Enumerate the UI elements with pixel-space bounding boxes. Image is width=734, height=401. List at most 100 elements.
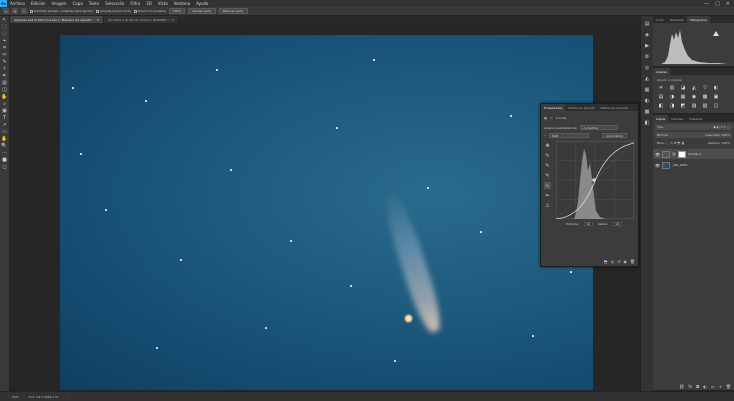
move-tool-icon[interactable]: ↖ xyxy=(1,17,9,23)
menu-capa[interactable]: Capa xyxy=(70,1,86,6)
comet-photo[interactable] xyxy=(60,35,593,390)
tab-estilos-parrafo[interactable]: Estilos de párrafo xyxy=(565,104,597,111)
add-mask-icon[interactable]: ◘ xyxy=(696,384,699,389)
hue-saturation-icon[interactable]: ◐ xyxy=(712,84,720,91)
blend-mode-select[interactable]: Normal xyxy=(657,133,668,137)
tab-color[interactable]: Color xyxy=(653,16,667,23)
tab-muestras[interactable]: Muestras xyxy=(667,16,687,23)
target-adjust-icon[interactable]: ☝ xyxy=(544,134,546,138)
menu-filtro[interactable]: Filtro xyxy=(127,1,143,6)
properties-icon[interactable]: ▦ xyxy=(643,86,652,93)
fill-value[interactable]: 100% xyxy=(721,141,730,145)
black-white-icon[interactable]: ◑ xyxy=(668,93,676,100)
auto-button[interactable]: Automático xyxy=(601,133,628,138)
menu-ventana[interactable]: Ventana xyxy=(171,1,193,6)
info-icon[interactable]: ◭ xyxy=(643,75,652,82)
new-group-icon[interactable]: ▭ xyxy=(711,384,715,389)
visibility-eye-icon[interactable]: 👁 xyxy=(655,152,660,157)
type-tool-icon[interactable]: T xyxy=(1,115,9,121)
eyedropper-tool-icon[interactable]: ✎ xyxy=(1,59,9,65)
eraser-tool-icon[interactable]: ✋ xyxy=(1,94,9,100)
channel-mixer-icon[interactable]: ◉ xyxy=(690,93,698,100)
scrubby-zoom-checkbox[interactable]: Zoom con arrastre xyxy=(133,9,166,13)
color-lookup-icon[interactable]: ▩ xyxy=(701,93,709,100)
fill-screen-button[interactable]: Rellenar pant. xyxy=(218,8,248,14)
adjust-icon[interactable]: ◐ xyxy=(643,97,652,104)
input-field[interactable]: 96 xyxy=(583,222,593,226)
frame-tool-icon[interactable]: ✂ xyxy=(1,52,9,58)
layer-curvas-1[interactable]: 👁 ⛓ Curvas 1 xyxy=(653,149,734,159)
mask-icon[interactable]: ▭ xyxy=(550,116,553,120)
actions-icon[interactable]: ▶ xyxy=(643,42,652,49)
opacity-value[interactable]: 100% xyxy=(721,133,730,137)
fit-screen-button[interactable]: Ajustar pant. xyxy=(188,8,216,14)
zoom-tool-icon[interactable]: ⌕ xyxy=(3,8,9,14)
menu-3d[interactable]: 3D xyxy=(143,1,155,6)
view-previous-icon[interactable]: ◎ xyxy=(611,259,615,264)
close-icon[interactable]: ✕ xyxy=(172,18,175,22)
shadows-highlights-icon[interactable]: ▧ xyxy=(701,102,709,109)
lock-icons[interactable]: ⬚ ✎ ✥ ⬒ 🔒 xyxy=(667,141,685,145)
photo-filter-icon[interactable]: ▦ xyxy=(679,93,687,100)
reset-icon[interactable]: ↺ xyxy=(617,259,620,264)
menu-imagen[interactable]: Imagen xyxy=(48,1,69,6)
maximize-icon[interactable]: □ xyxy=(715,1,720,7)
gray-point-eyedropper-icon[interactable]: ✎ xyxy=(544,162,551,169)
settings-icon[interactable]: ⚙ xyxy=(643,53,652,60)
white-point-eyedropper-icon[interactable]: ✎ xyxy=(544,172,551,179)
menu-seleccion[interactable]: Selección xyxy=(102,1,127,6)
minimize-icon[interactable]: — xyxy=(704,1,709,7)
menu-edicion[interactable]: Edición xyxy=(28,1,48,6)
brush-settings-icon[interactable]: ◈ xyxy=(643,31,652,38)
curves-icon[interactable]: ◪ xyxy=(679,84,687,91)
history-brush-tool-icon[interactable]: ◫ xyxy=(1,87,9,93)
hand-tool-icon[interactable]: ✋ xyxy=(1,136,9,142)
curves-graph[interactable] xyxy=(556,141,634,219)
new-layer-icon[interactable]: + xyxy=(719,384,722,389)
more-tools-icon[interactable]: ⋯ xyxy=(1,150,9,156)
close-icon[interactable]: ✕ xyxy=(726,1,730,7)
layer-style-icon[interactable]: fx xyxy=(688,384,692,389)
zoom-level[interactable]: 50% xyxy=(12,395,19,399)
navigator-icon[interactable]: ◎ xyxy=(643,64,652,71)
libraries-icon[interactable]: ▩ xyxy=(643,108,652,115)
tab-canales[interactable]: Canales xyxy=(668,115,686,122)
menu-vista[interactable]: Vista xyxy=(155,1,171,6)
posterize-icon[interactable]: ◧ xyxy=(657,102,665,109)
gradient-map-icon[interactable]: ▨ xyxy=(690,102,698,109)
tab-capas[interactable]: Capas xyxy=(653,115,669,122)
new-adjustment-icon[interactable]: ◐ xyxy=(703,384,707,389)
dodge-tool-icon[interactable]: ▣ xyxy=(1,108,9,114)
status-menu-arrow[interactable]: › xyxy=(68,395,69,399)
target-adjust-icon[interactable]: ✥ xyxy=(544,142,551,149)
selective-color-icon[interactable]: ◩ xyxy=(679,102,687,109)
exposure-icon[interactable]: ◭ xyxy=(690,84,698,91)
tab-trazados[interactable]: Trazados xyxy=(686,115,705,122)
crop-tool-icon[interactable]: ⌗ xyxy=(1,45,9,51)
glyphs-icon[interactable]: ◧ xyxy=(643,119,652,126)
menu-archivo[interactable]: Archivo xyxy=(7,1,28,6)
brush-tool-icon[interactable]: ✒ xyxy=(1,73,9,79)
foreground-color-icon[interactable]: ■ xyxy=(1,157,9,163)
quick-select-tool-icon[interactable]: ⌖ xyxy=(1,38,9,44)
visibility-icon[interactable]: ◉ xyxy=(623,259,627,264)
pencil-draw-icon[interactable]: ✏ xyxy=(544,192,551,199)
channel-select[interactable]: RGB xyxy=(548,133,589,138)
path-select-tool-icon[interactable]: ↗ xyxy=(1,122,9,128)
history-icon[interactable]: ▤ xyxy=(643,20,652,27)
black-point-eyedropper-icon[interactable]: ✎ xyxy=(544,152,551,159)
layer-mg-0041[interactable]: 👁 _MG_0041 xyxy=(653,160,734,170)
invert-icon[interactable]: ▣ xyxy=(712,93,720,100)
threshold-icon[interactable]: ◨ xyxy=(668,102,676,109)
zoom-out-icon[interactable]: − xyxy=(21,8,27,14)
trash-icon[interactable]: 🗑 xyxy=(726,384,731,389)
stamp-tool-icon[interactable]: ▥ xyxy=(1,80,9,86)
tab-propiedades[interactable]: Propiedades xyxy=(541,104,566,111)
tab-ajustes[interactable]: Ajustes xyxy=(653,68,670,75)
preset-select[interactable]: A medida xyxy=(580,125,619,130)
chain-icon[interactable]: ⛓ xyxy=(672,152,676,156)
visibility-eye-icon[interactable]: 👁 xyxy=(655,163,660,168)
color-balance-icon[interactable]: ▤ xyxy=(657,93,665,100)
layer-filter-row[interactable]: Tipo ▣ ◐ T ▭ ⬚ xyxy=(655,124,732,130)
shape-tool-icon[interactable]: ▭ xyxy=(1,129,9,135)
